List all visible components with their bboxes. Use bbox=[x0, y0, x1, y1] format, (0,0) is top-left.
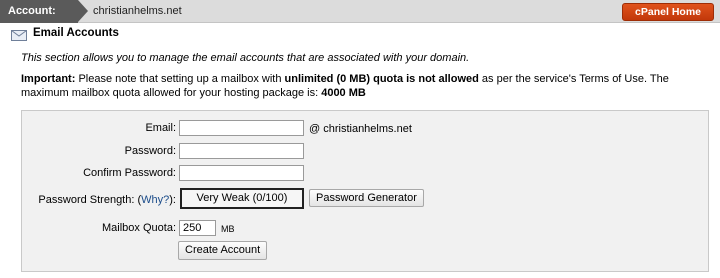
notice-bold-1: unlimited (0 MB) quota is not allowed bbox=[284, 73, 479, 85]
strength-label-suffix: ): bbox=[169, 194, 176, 206]
email-domain-suffix: @ christianhelms.net bbox=[309, 123, 412, 135]
section-title: Email Accounts bbox=[33, 27, 119, 39]
password-generator-button[interactable]: Password Generator bbox=[309, 189, 424, 207]
password-strength-label: Password Strength: (Why?): bbox=[30, 194, 176, 206]
cpanel-home-button[interactable]: cPanel Home bbox=[622, 3, 714, 21]
important-label: Important: bbox=[21, 73, 76, 85]
password-strength-meter: Very Weak (0/100) bbox=[180, 188, 304, 209]
mailbox-quota-input[interactable] bbox=[179, 220, 216, 236]
email-field[interactable] bbox=[179, 120, 304, 136]
why-link[interactable]: Why? bbox=[141, 194, 169, 206]
notice-text-1: Please note that setting up a mailbox wi… bbox=[75, 73, 285, 85]
notice-bold-2: 4000 MB bbox=[321, 87, 366, 99]
confirm-password-field[interactable] bbox=[179, 165, 304, 181]
account-arrow-icon bbox=[78, 0, 88, 22]
email-label: Email: bbox=[145, 122, 176, 134]
account-label: Account: bbox=[0, 0, 78, 23]
password-field[interactable] bbox=[179, 143, 304, 159]
confirm-password-label: Confirm Password: bbox=[83, 167, 176, 179]
mail-icon bbox=[11, 30, 27, 41]
account-bar: Account: christianhelms.net cPanel Home bbox=[0, 0, 720, 23]
account-domain: christianhelms.net bbox=[93, 5, 182, 17]
password-label: Password: bbox=[124, 145, 176, 157]
important-notice: Important: Please note that setting up a… bbox=[21, 72, 711, 100]
quota-unit: MB bbox=[221, 224, 235, 234]
mailbox-quota-label: Mailbox Quota: bbox=[102, 222, 176, 234]
strength-label-prefix: Password Strength: ( bbox=[38, 194, 142, 206]
create-account-button[interactable]: Create Account bbox=[178, 241, 268, 260]
section-description: This section allows you to manage the em… bbox=[21, 52, 470, 64]
